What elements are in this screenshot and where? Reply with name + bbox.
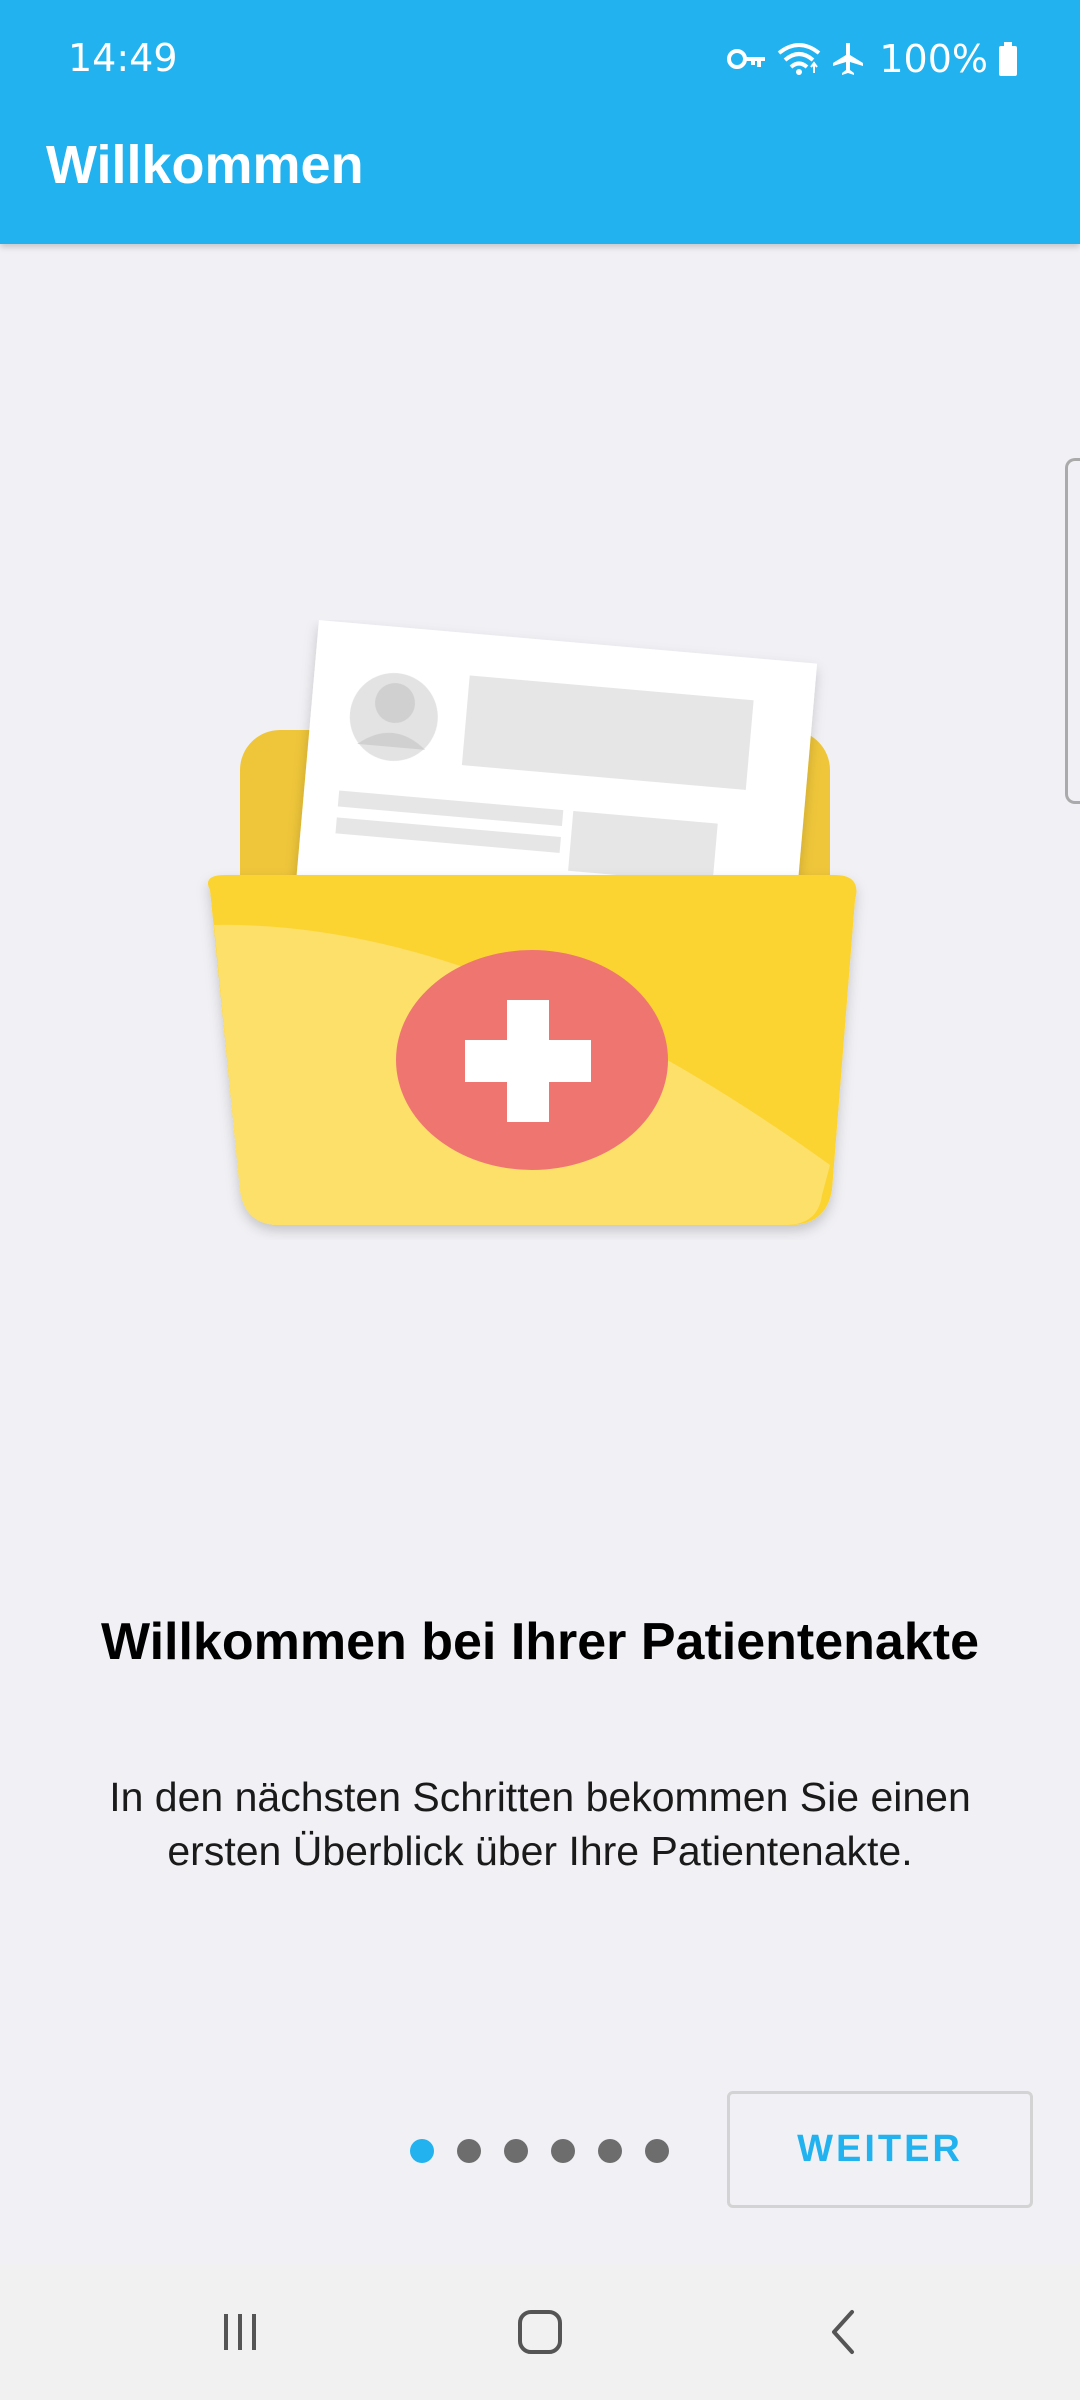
battery-icon [998, 42, 1018, 76]
page-dot-4[interactable] [551, 2139, 575, 2163]
battery-percent: 100% [879, 37, 988, 81]
wifi-icon [777, 41, 821, 77]
home-icon[interactable] [500, 2302, 580, 2362]
status-icons: 100% [727, 34, 1018, 84]
edge-panel-handle[interactable] [1065, 458, 1080, 804]
recent-apps-icon[interactable] [200, 2302, 280, 2362]
airplane-icon [831, 41, 865, 77]
onboarding-headline: Willkommen bei Ihrer Patientenakte [100, 1613, 979, 1671]
next-button[interactable]: WEITER [727, 2091, 1033, 2208]
vpn-key-icon [727, 46, 767, 72]
onboarding-description: In den nächsten Schritten bekommen Sie e… [109, 1774, 971, 1874]
page-dot-1[interactable] [410, 2139, 434, 2163]
status-time: 14:49 [68, 36, 178, 80]
page-dot-6[interactable] [645, 2139, 669, 2163]
app-bar: 14:49 100% Willkommen [0, 0, 1080, 244]
back-icon[interactable] [804, 2302, 884, 2362]
page-dot-5[interactable] [598, 2139, 622, 2163]
page-dot-3[interactable] [504, 2139, 528, 2163]
page-dot-2[interactable] [457, 2139, 481, 2163]
system-navigation-bar [0, 2264, 1080, 2400]
page-title: Willkommen [46, 135, 364, 195]
page-indicator [410, 2139, 669, 2163]
medical-cross-icon [396, 950, 668, 1170]
patient-record-illustration [190, 620, 890, 1240]
